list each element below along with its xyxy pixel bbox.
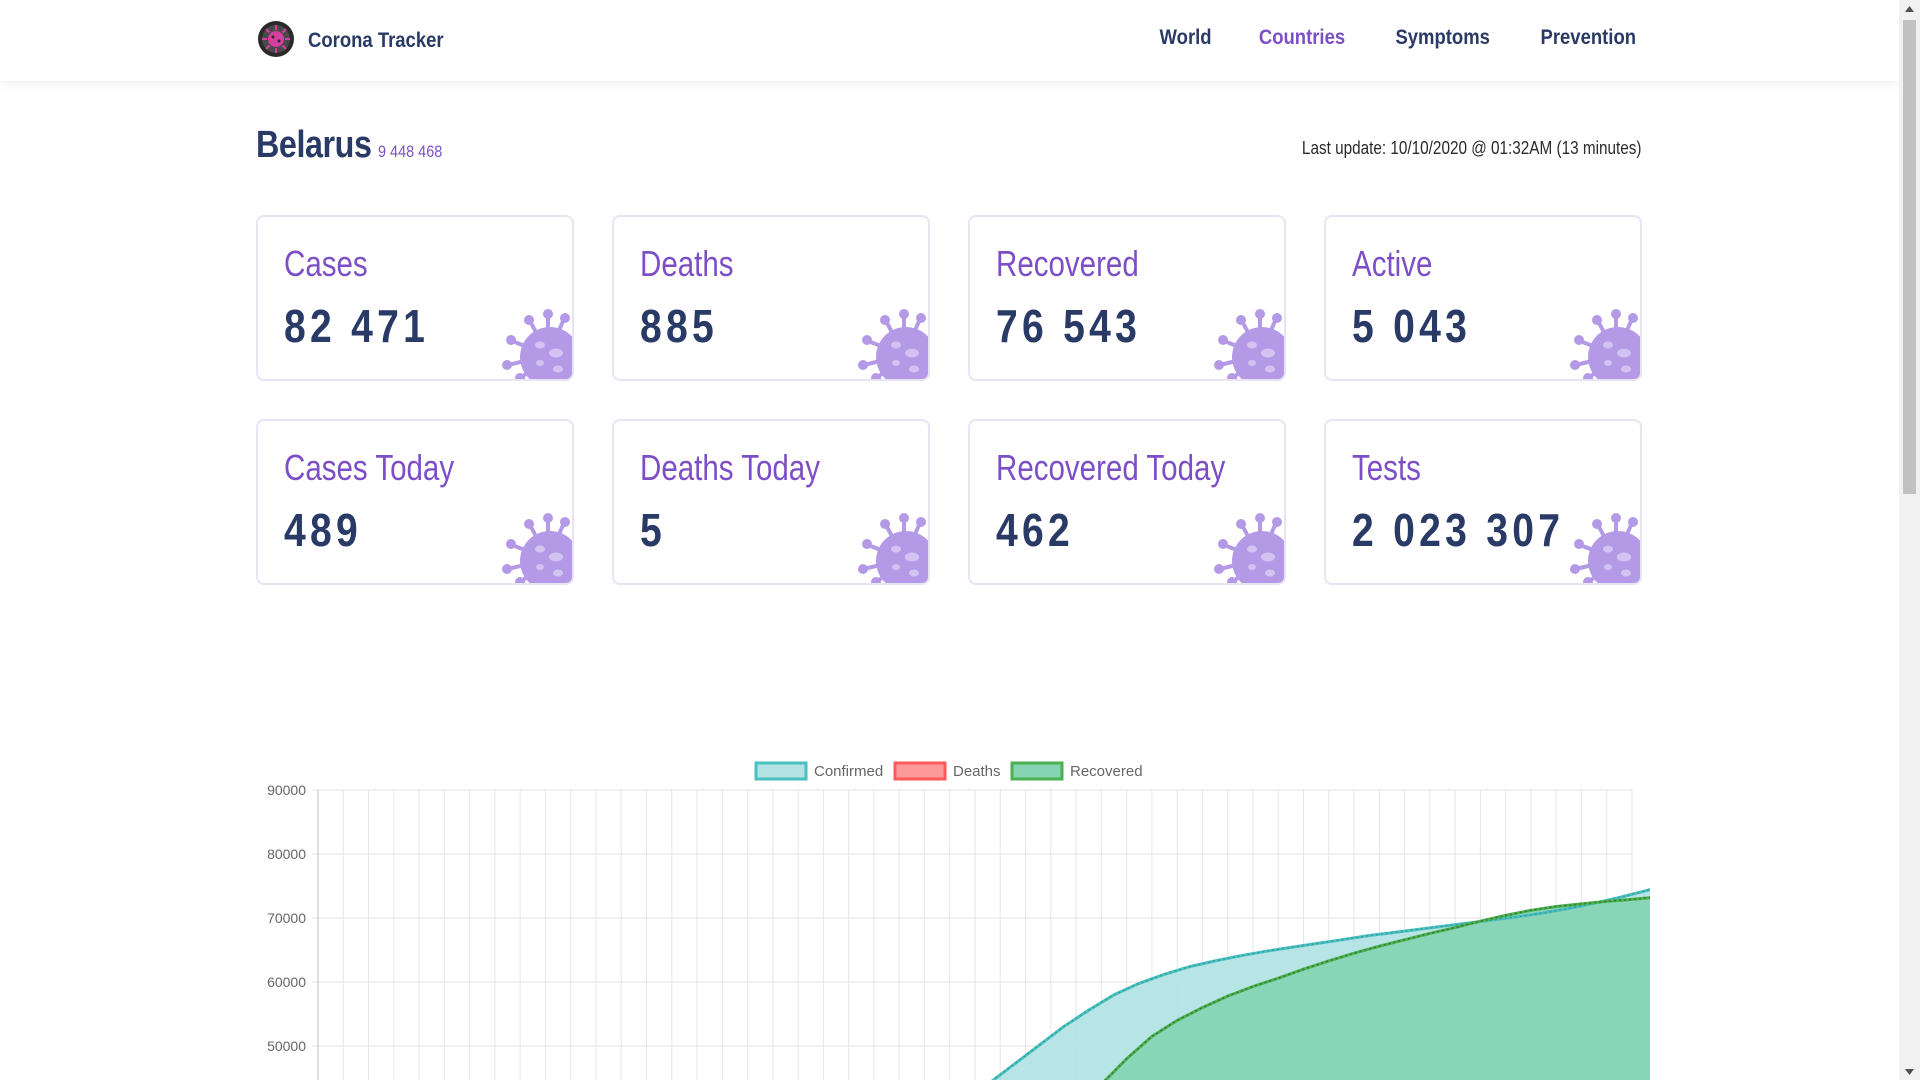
virus-icon (500, 307, 572, 379)
stat-card-title: Recovered Today (996, 447, 1226, 488)
chart-legend-label: Recovered (1070, 763, 1143, 780)
brand-link[interactable]: Corona Tracker (256, 20, 462, 62)
stat-card-value: 2 023 307 (1352, 504, 1565, 556)
scroll-up-arrow-icon[interactable] (1899, 0, 1920, 17)
chart-legend-swatch (1010, 761, 1064, 781)
chart-ytick-label: 60000 (267, 974, 306, 990)
stat-card-deaths-today: Deaths Today 5 (612, 419, 930, 585)
stat-card-value: 489 (284, 504, 362, 556)
stat-card-recovered-today: Recovered Today 462 (968, 419, 1286, 585)
virus-icon (1212, 307, 1284, 379)
virus-icon (856, 307, 928, 379)
virus-icon (1212, 511, 1284, 583)
stat-card-title: Recovered (996, 243, 1139, 284)
chart-ytick-label: 70000 (267, 910, 306, 926)
covid-timeline-chart: 90000 80000 70000 60000 50000 Confirmed Deaths… (250, 750, 1650, 1080)
stat-card-cases: Cases 82 471 (256, 215, 574, 381)
scrollbar-thumb[interactable] (1903, 20, 1916, 494)
chart-ytick-label: 90000 (267, 782, 306, 798)
last-update-text: Last update: 10/10/2020 @ 01:32AM (13 mi… (1302, 138, 1642, 158)
chart-ytick-label: 50000 (267, 1038, 306, 1054)
stat-card-value: 885 (640, 300, 718, 352)
main-nav: World Countries Symptoms Prevention (1156, 26, 1643, 50)
chart-canvas: 90000 80000 70000 60000 50000 Confirmed Deaths… (267, 761, 1650, 1080)
brand-name: Corona Tracker (308, 29, 444, 52)
scroll-down-arrow-icon[interactable] (1899, 1063, 1920, 1080)
stat-card-active: Active 5 043 (1324, 215, 1642, 381)
stat-card-title: Deaths Today (640, 447, 820, 488)
chart-legend-label: Confirmed (814, 763, 883, 780)
nav-symptoms[interactable]: Symptoms (1396, 26, 1490, 50)
stat-card-deaths: Deaths 885 (612, 215, 930, 381)
stat-card-value: 5 043 (1352, 300, 1472, 352)
stat-card-value: 5 (640, 504, 667, 556)
stat-card-cases-today: Cases Today 489 (256, 419, 574, 585)
stat-card-title: Cases Today (284, 447, 455, 488)
top-navbar: Corona Tracker World Countries Symptoms … (0, 0, 1899, 81)
nav-prevention[interactable]: Prevention (1541, 26, 1637, 50)
country-header: Belarus 9 448 468 (256, 124, 454, 167)
virus-icon (1568, 307, 1640, 379)
country-name: Belarus (256, 124, 372, 166)
virus-icon (856, 511, 928, 583)
virus-icon (1568, 511, 1640, 583)
stat-card-value: 462 (996, 504, 1074, 556)
nav-world[interactable]: World (1160, 26, 1212, 50)
virus-icon (500, 511, 572, 583)
corona-logo-icon (256, 19, 296, 63)
chart-legend-label: Deaths (953, 763, 1001, 780)
chart-legend-swatch (893, 761, 947, 781)
stat-card-recovered: Recovered 76 543 (968, 215, 1286, 381)
chart-ytick-label: 80000 (267, 846, 306, 862)
stat-card-tests: Tests 2 023 307 (1324, 419, 1642, 585)
stats-grid: Cases 82 471 Deaths 885 Recovered 76 543… (256, 215, 1643, 585)
stat-card-value: 82 471 (284, 300, 430, 352)
stat-card-title: Tests (1352, 447, 1421, 488)
chart-legend-swatch (754, 761, 808, 781)
stat-card-title: Active (1352, 243, 1433, 284)
stat-card-value: 76 543 (996, 300, 1142, 352)
population-count: 9 448 468 (377, 142, 443, 161)
stat-card-title: Cases (284, 243, 368, 284)
nav-countries[interactable]: Countries (1259, 26, 1345, 50)
page-scrollbar[interactable] (1899, 0, 1920, 1080)
stat-card-title: Deaths (640, 243, 734, 284)
